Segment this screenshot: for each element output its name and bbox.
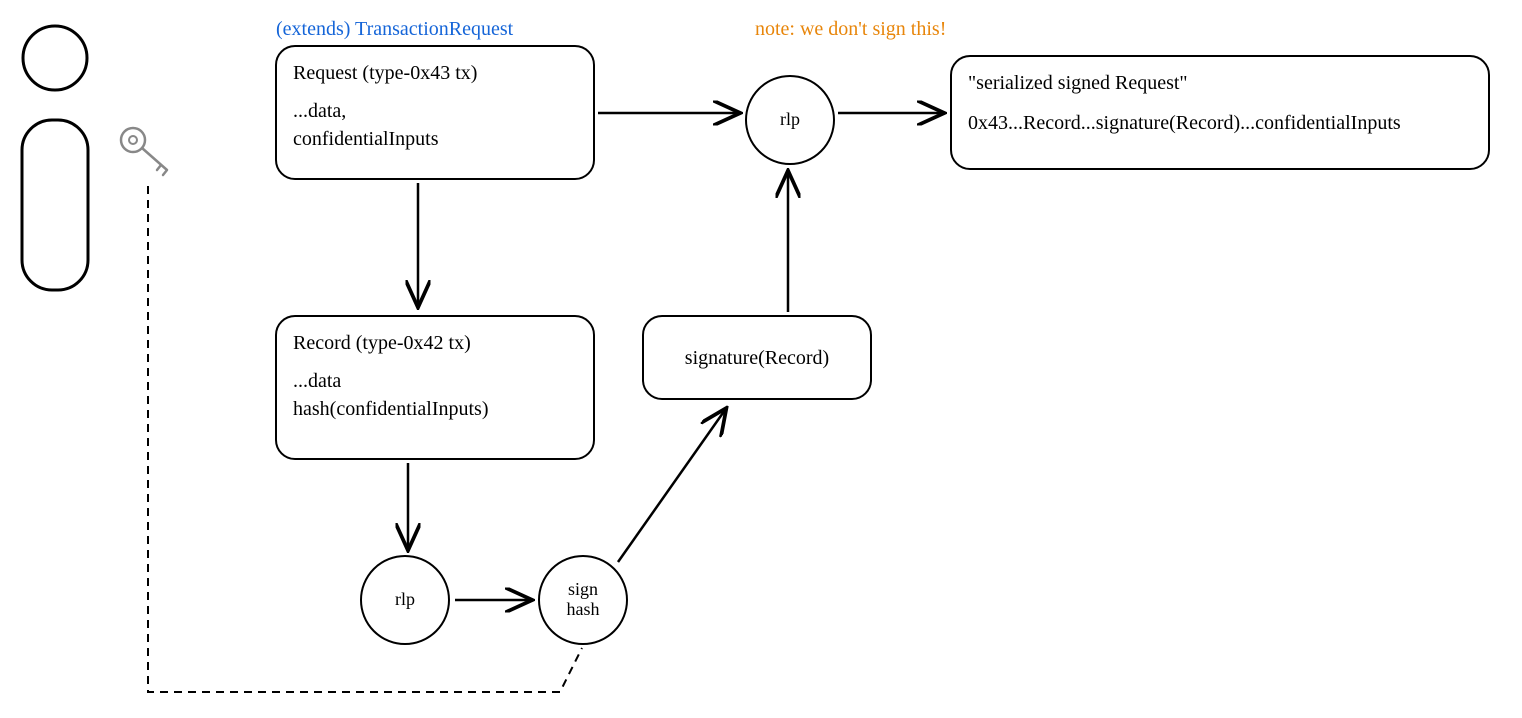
record-box: Record (type-0x42 tx) ...data hash(confi… (275, 315, 595, 460)
extends-label: (extends) TransactionRequest (276, 18, 513, 41)
rlp-bottom-text: rlp (395, 590, 415, 610)
signhash-circle: sign hash (538, 555, 628, 645)
note-label: note: we don't sign this! (755, 18, 946, 41)
record-lines: ...data hash(confidentialInputs) (293, 367, 577, 423)
signature-box: signature(Record) (642, 315, 872, 400)
request-box: Request (type-0x43 tx) ...data, confiden… (275, 45, 595, 180)
rlp-top-circle: rlp (745, 75, 835, 165)
user-icon (10, 20, 100, 300)
result-box: "serialized signed Request" 0x43...Recor… (950, 55, 1490, 170)
signhash-text: sign hash (567, 580, 600, 620)
rlp-top-text: rlp (780, 110, 800, 130)
request-title: Request (type-0x43 tx) (293, 59, 577, 87)
result-title: "serialized signed Request" (968, 69, 1472, 97)
result-lines: 0x43...Record...signature(Record)...conf… (968, 109, 1472, 137)
record-title: Record (type-0x42 tx) (293, 329, 577, 357)
key-icon (115, 120, 180, 185)
request-lines: ...data, confidentialInputs (293, 97, 577, 153)
signature-text: signature(Record) (685, 344, 829, 372)
rlp-bottom-circle: rlp (360, 555, 450, 645)
